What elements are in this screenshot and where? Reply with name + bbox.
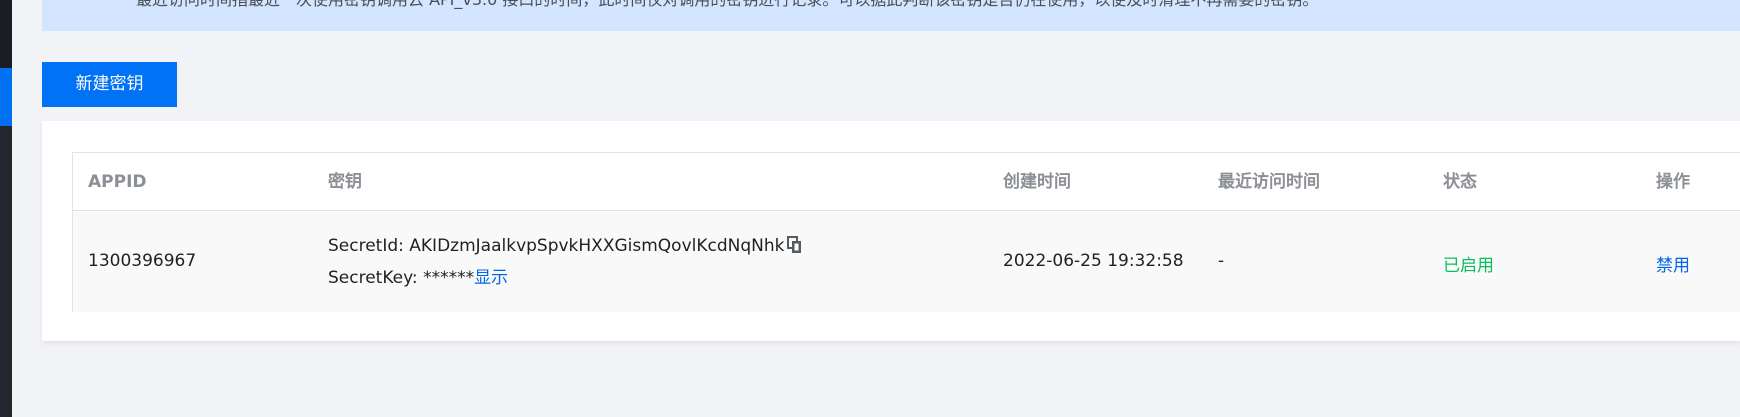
secret-id-value: AKIDzmJaalkvpSpvkHXXGismQovlKcdNqNhk <box>409 236 785 256</box>
keys-card: APPID 密钥 创建时间 最近访问时间 状态 操作 1300396967 Se… <box>42 121 1740 341</box>
header-appid: APPID <box>88 172 147 192</box>
header-last-access: 最近访问时间 <box>1218 172 1320 192</box>
secret-key-masked: ****** <box>423 268 475 288</box>
sidebar-active-indicator[interactable] <box>0 68 12 126</box>
secret-key-line: SecretKey: ******显示 <box>328 263 508 288</box>
status-badge: 已启用 <box>1443 256 1494 276</box>
keys-table: APPID 密钥 创建时间 最近访问时间 状态 操作 1300396967 Se… <box>72 152 1740 312</box>
sidebar <box>0 0 12 417</box>
header-status: 状态 <box>1443 172 1477 192</box>
header-created: 创建时间 <box>1003 172 1071 192</box>
header-key: 密钥 <box>328 172 362 192</box>
disable-key-link[interactable]: 禁用 <box>1656 251 1690 276</box>
copy-icon[interactable] <box>786 236 803 254</box>
notice-text: 最近访问时间指最近一次使用密钥调用云 API_v3.0 接口的时间，此时间仅对调… <box>136 0 1318 10</box>
secret-id-label: SecretId: <box>328 236 410 256</box>
table-row: 1300396967 SecretId: AKIDzmJaalkvpSpvkHX… <box>73 212 1740 312</box>
secret-key-label: SecretKey: <box>328 268 424 288</box>
sidebar-top-segment <box>0 0 12 68</box>
table-header: APPID 密钥 创建时间 最近访问时间 状态 操作 <box>73 153 1740 211</box>
last-access-value: - <box>1218 251 1225 271</box>
secret-id-line: SecretId: AKIDzmJaalkvpSpvkHXXGismQovlKc… <box>328 236 803 256</box>
info-notice-banner: 最近访问时间指最近一次使用密钥调用云 API_v3.0 接口的时间，此时间仅对调… <box>42 0 1740 31</box>
new-key-button[interactable]: 新建密钥 <box>42 62 177 107</box>
show-secret-key-link[interactable]: 显示 <box>474 268 508 288</box>
created-time-value: 2022-06-25 19:32:58 <box>1003 251 1184 271</box>
header-action: 操作 <box>1656 172 1690 192</box>
appid-value: 1300396967 <box>88 251 197 271</box>
